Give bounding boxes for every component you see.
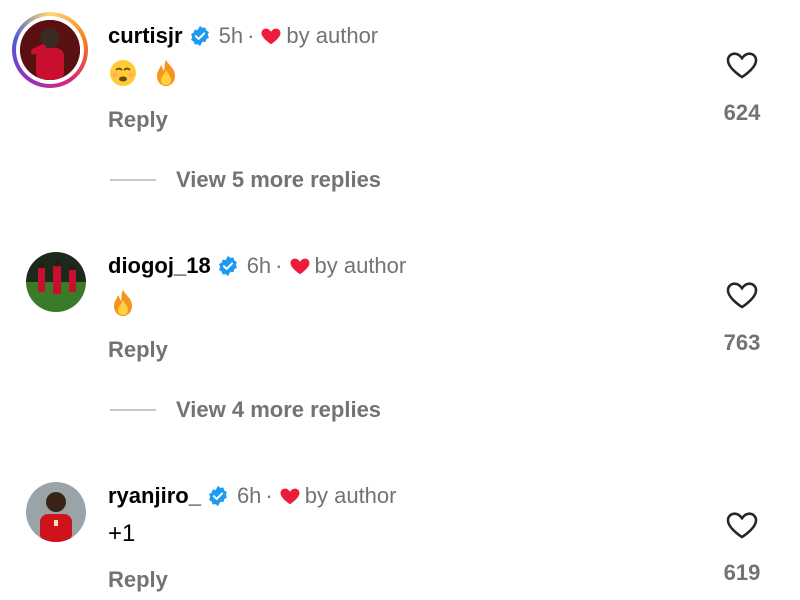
verified-badge-icon: [217, 255, 239, 277]
reply-button[interactable]: Reply: [108, 337, 168, 363]
view-more-replies-label[interactable]: View 4 more replies: [176, 397, 381, 423]
like-count: 624: [723, 100, 761, 125]
heart-outline-icon[interactable]: [725, 278, 759, 312]
heart-outline-icon[interactable]: [725, 48, 759, 82]
divider-line: [110, 179, 156, 181]
like-column: 763: [706, 278, 778, 356]
reply-button[interactable]: Reply: [108, 107, 168, 133]
heart-outline-icon[interactable]: [725, 508, 759, 542]
comment-body: [108, 56, 187, 88]
username[interactable]: diogoj_18: [108, 253, 211, 279]
comment-body: +1: [108, 520, 136, 547]
like-column: 624: [706, 48, 778, 126]
fire-emoji: [151, 58, 181, 88]
timestamp[interactable]: 6h: [237, 483, 261, 509]
liked-by-author-label: by author: [304, 483, 397, 508]
weary-face-emoji: [108, 58, 138, 88]
liked-by-author-label: by author: [286, 23, 379, 48]
comment-item: ryanjiro_ 6h · by author +1 Reply 619: [0, 460, 800, 600]
avatar[interactable]: [20, 20, 80, 80]
timestamp[interactable]: 5h: [219, 23, 243, 49]
separator-dot: ·: [247, 23, 255, 48]
username[interactable]: ryanjiro_: [108, 483, 201, 509]
comment-item: curtisjr 5h · by author Reply 624 View 5…: [0, 0, 800, 230]
username[interactable]: curtisjr: [108, 23, 183, 49]
comment-header: diogoj_18 6h · by author: [108, 251, 406, 281]
timestamp[interactable]: 6h: [247, 253, 271, 279]
avatar[interactable]: [26, 482, 86, 542]
divider-line: [110, 409, 156, 411]
separator-dot: ·: [275, 253, 283, 278]
heart-filled-icon: [260, 25, 282, 47]
like-count: 619: [723, 560, 761, 585]
reply-button[interactable]: Reply: [108, 567, 168, 593]
comment-body: [108, 286, 144, 318]
heart-filled-icon: [279, 485, 301, 507]
view-more-replies-label[interactable]: View 5 more replies: [176, 167, 381, 193]
comment-header: ryanjiro_ 6h · by author: [108, 481, 396, 511]
separator-dot: ·: [265, 483, 273, 508]
avatar[interactable]: [26, 252, 86, 312]
comment-header: curtisjr 5h · by author: [108, 21, 378, 51]
verified-badge-icon: [207, 485, 229, 507]
view-more-replies-button[interactable]: View 5 more replies: [110, 167, 381, 193]
fire-emoji: [108, 288, 138, 318]
heart-filled-icon: [289, 255, 311, 277]
verified-badge-icon: [189, 25, 211, 47]
view-more-replies-button[interactable]: View 4 more replies: [110, 397, 381, 423]
like-column: 619: [706, 508, 778, 586]
like-count: 763: [723, 330, 761, 355]
comment-item: diogoj_18 6h · by author Reply 763 View …: [0, 230, 800, 460]
liked-by-author-label: by author: [314, 253, 407, 278]
